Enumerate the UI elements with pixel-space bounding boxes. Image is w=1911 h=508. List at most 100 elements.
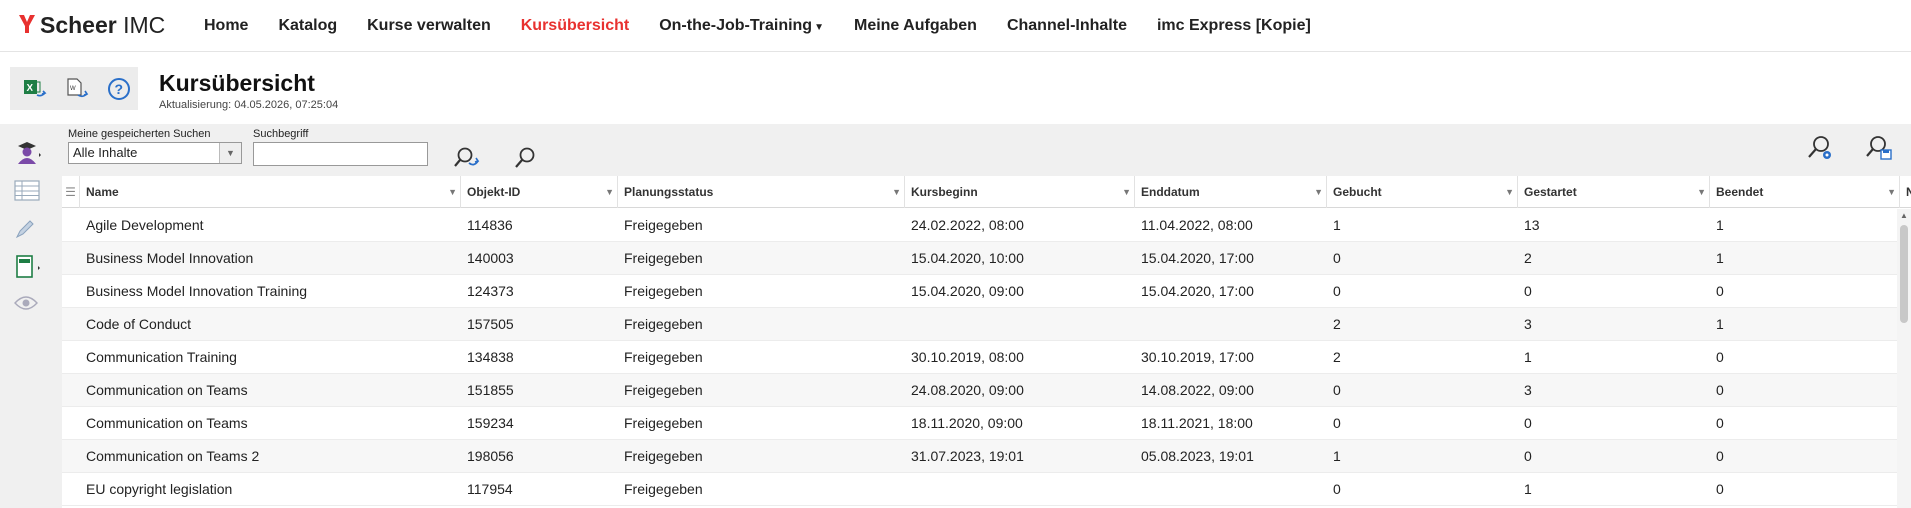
column-label: Objekt-ID: [467, 185, 521, 199]
column-header-beendet[interactable]: Beendet ▼: [1710, 176, 1900, 208]
table-view-icon[interactable]: [14, 178, 44, 204]
table-row[interactable]: Communication Training 134838 Freigegebe…: [62, 341, 1897, 374]
nav-meine-aufgaben[interactable]: Meine Aufgaben: [854, 17, 977, 35]
sort-dropdown-icon[interactable]: ▼: [1697, 176, 1706, 208]
cell-name: EU copyright legislation: [86, 481, 233, 497]
column-header-name[interactable]: Name ▼: [80, 176, 461, 208]
search-icon[interactable]: [511, 144, 539, 172]
cell-kursbeginn: 15.04.2020, 10:00: [911, 250, 1024, 266]
cell-beendet: 0: [1716, 382, 1724, 398]
table-row[interactable]: Code of Conduct 157505 Freigegeben 2 3 1: [62, 308, 1897, 341]
brand-logo[interactable]: Scheer IMC: [18, 12, 204, 40]
cell-beendet: 0: [1716, 283, 1724, 299]
column-label: Gebucht: [1333, 185, 1382, 199]
document-export-icon[interactable]: W: [64, 76, 90, 102]
column-header-kursbeginn[interactable]: Kursbeginn ▼: [905, 176, 1135, 208]
preview-eye-icon[interactable]: [14, 290, 44, 316]
table-row[interactable]: Communication on Teams 2 198056 Freigege…: [62, 440, 1897, 473]
cell-kursbeginn: [905, 473, 1135, 506]
nav-kursuebersicht[interactable]: Kursübersicht: [521, 17, 629, 35]
cell-beendet: 1: [1716, 316, 1724, 332]
page-title: Kursübersicht: [159, 70, 315, 96]
vertical-scrollbar[interactable]: ▲: [1897, 209, 1911, 508]
sort-dropdown-icon[interactable]: ▼: [448, 176, 457, 208]
sort-dropdown-icon[interactable]: ▼: [1122, 176, 1131, 208]
content-area: Meine gespeicherten Suchen Alle Inhalte …: [0, 124, 1911, 508]
saved-searches-label: Meine gespeicherten Suchen: [68, 128, 211, 140]
sort-dropdown-icon[interactable]: ▼: [1314, 176, 1323, 208]
cell-planungsstatus: Freigegeben: [624, 349, 703, 365]
help-icon[interactable]: ?: [106, 76, 132, 102]
course-book-icon[interactable]: [14, 254, 44, 280]
cell-beendet: 0: [1716, 349, 1724, 365]
table-row[interactable]: Business Model Innovation Training 12437…: [62, 275, 1897, 308]
scroll-up-icon[interactable]: ▲: [1900, 211, 1908, 220]
cell-name: Communication on Teams 2: [86, 448, 260, 464]
nav-kurse-verwalten[interactable]: Kurse verwalten: [367, 17, 491, 35]
cell-gestartet: 0: [1524, 283, 1532, 299]
nav-channel-inhalte[interactable]: Channel-Inhalte: [1007, 17, 1127, 35]
cell-kursbeginn: 18.11.2020, 09:00: [911, 415, 1023, 431]
save-search-icon[interactable]: [1864, 132, 1894, 164]
sort-dropdown-icon[interactable]: ▼: [1887, 176, 1896, 208]
column-header-gebucht[interactable]: Gebucht ▼: [1327, 176, 1518, 208]
search-term-input[interactable]: [253, 142, 428, 166]
table-row[interactable]: Communication on Teams 159234 Freigegebe…: [62, 407, 1897, 440]
sort-dropdown-icon[interactable]: ▼: [605, 176, 614, 208]
cell-name: Code of Conduct: [86, 316, 192, 332]
sort-dropdown-icon[interactable]: ▼: [892, 176, 901, 208]
cell-gestartet: 13: [1524, 217, 1540, 233]
nav-on-the-job-training-label: On-the-Job-Training: [659, 16, 813, 34]
cell-gebucht: 0: [1333, 481, 1341, 497]
cell-gebucht: 0: [1333, 283, 1341, 299]
cell-objekt-id: 151855: [467, 382, 514, 398]
cell-objekt-id: 140003: [467, 250, 514, 266]
cell-gebucht: 1: [1333, 217, 1341, 233]
column-label: Enddatum: [1141, 185, 1200, 199]
cell-gestartet: 1: [1524, 349, 1532, 365]
cell-enddatum: 18.11.2021, 18:00: [1141, 415, 1253, 431]
table-row[interactable]: Business Model Innovation 140003 Freigeg…: [62, 242, 1897, 275]
cell-name: Agile Development: [86, 217, 204, 233]
saved-searches-select[interactable]: Alle Inhalte ▼: [68, 142, 242, 164]
column-header-enddatum[interactable]: Enddatum ▼: [1135, 176, 1327, 208]
column-header-next[interactable]: N: [1900, 176, 1911, 208]
table-row[interactable]: EU copyright legislation 117954 Freigege…: [62, 473, 1897, 506]
scrollbar-thumb[interactable]: [1900, 225, 1908, 323]
cell-objekt-id: 114836: [467, 217, 513, 233]
column-header-gestartet[interactable]: Gestartet ▼: [1518, 176, 1710, 208]
cell-enddatum: 15.04.2020, 17:00: [1141, 250, 1254, 266]
chevron-down-icon[interactable]: ▼: [219, 143, 241, 163]
table-row[interactable]: Agile Development 114836 Freigegeben 24.…: [62, 209, 1897, 242]
excel-export-icon[interactable]: X: [22, 76, 48, 102]
column-menu-icon[interactable]: ☰: [62, 176, 80, 208]
column-label: Name: [86, 185, 119, 199]
cell-gestartet: 3: [1524, 316, 1532, 332]
svg-text:X: X: [27, 83, 34, 94]
nav-katalog[interactable]: Katalog: [278, 17, 337, 35]
cell-enddatum: 11.04.2022, 08:00: [1141, 217, 1253, 233]
reset-search-icon[interactable]: [453, 144, 481, 172]
nav-home[interactable]: Home: [204, 17, 248, 35]
cell-kursbeginn: 15.04.2020, 09:00: [911, 283, 1024, 299]
column-header-objekt-id[interactable]: Objekt-ID ▼: [461, 176, 618, 208]
cell-beendet: 1: [1716, 250, 1724, 266]
course-table: ☰ Name ▼ Objekt-ID ▼ Planungsstatus ▼ Kursb…: [62, 176, 1911, 508]
cell-objekt-id: 159234: [467, 415, 514, 431]
cell-beendet: 0: [1716, 448, 1724, 464]
edit-pencil-icon[interactable]: [14, 216, 44, 242]
column-label: Planungsstatus: [624, 185, 714, 199]
cell-objekt-id: 198056: [467, 448, 514, 464]
cell-planungsstatus: Freigegeben: [624, 481, 703, 497]
cell-name: Communication on Teams: [86, 382, 248, 398]
nav-imc-express[interactable]: imc Express [Kopie]: [1157, 17, 1311, 35]
sort-dropdown-icon[interactable]: ▼: [1505, 176, 1514, 208]
table-row[interactable]: Communication on Teams 151855 Freigegebe…: [62, 374, 1897, 407]
search-settings-icon[interactable]: [1805, 132, 1835, 164]
svg-text:W: W: [70, 86, 76, 92]
column-header-planungsstatus[interactable]: Planungsstatus ▼: [618, 176, 905, 208]
trainer-icon[interactable]: [14, 140, 44, 166]
column-label: Kursbeginn: [911, 185, 978, 199]
caret-down-icon: ▼: [814, 21, 824, 33]
nav-on-the-job-training[interactable]: On-the-Job-Training ▼: [659, 17, 824, 35]
